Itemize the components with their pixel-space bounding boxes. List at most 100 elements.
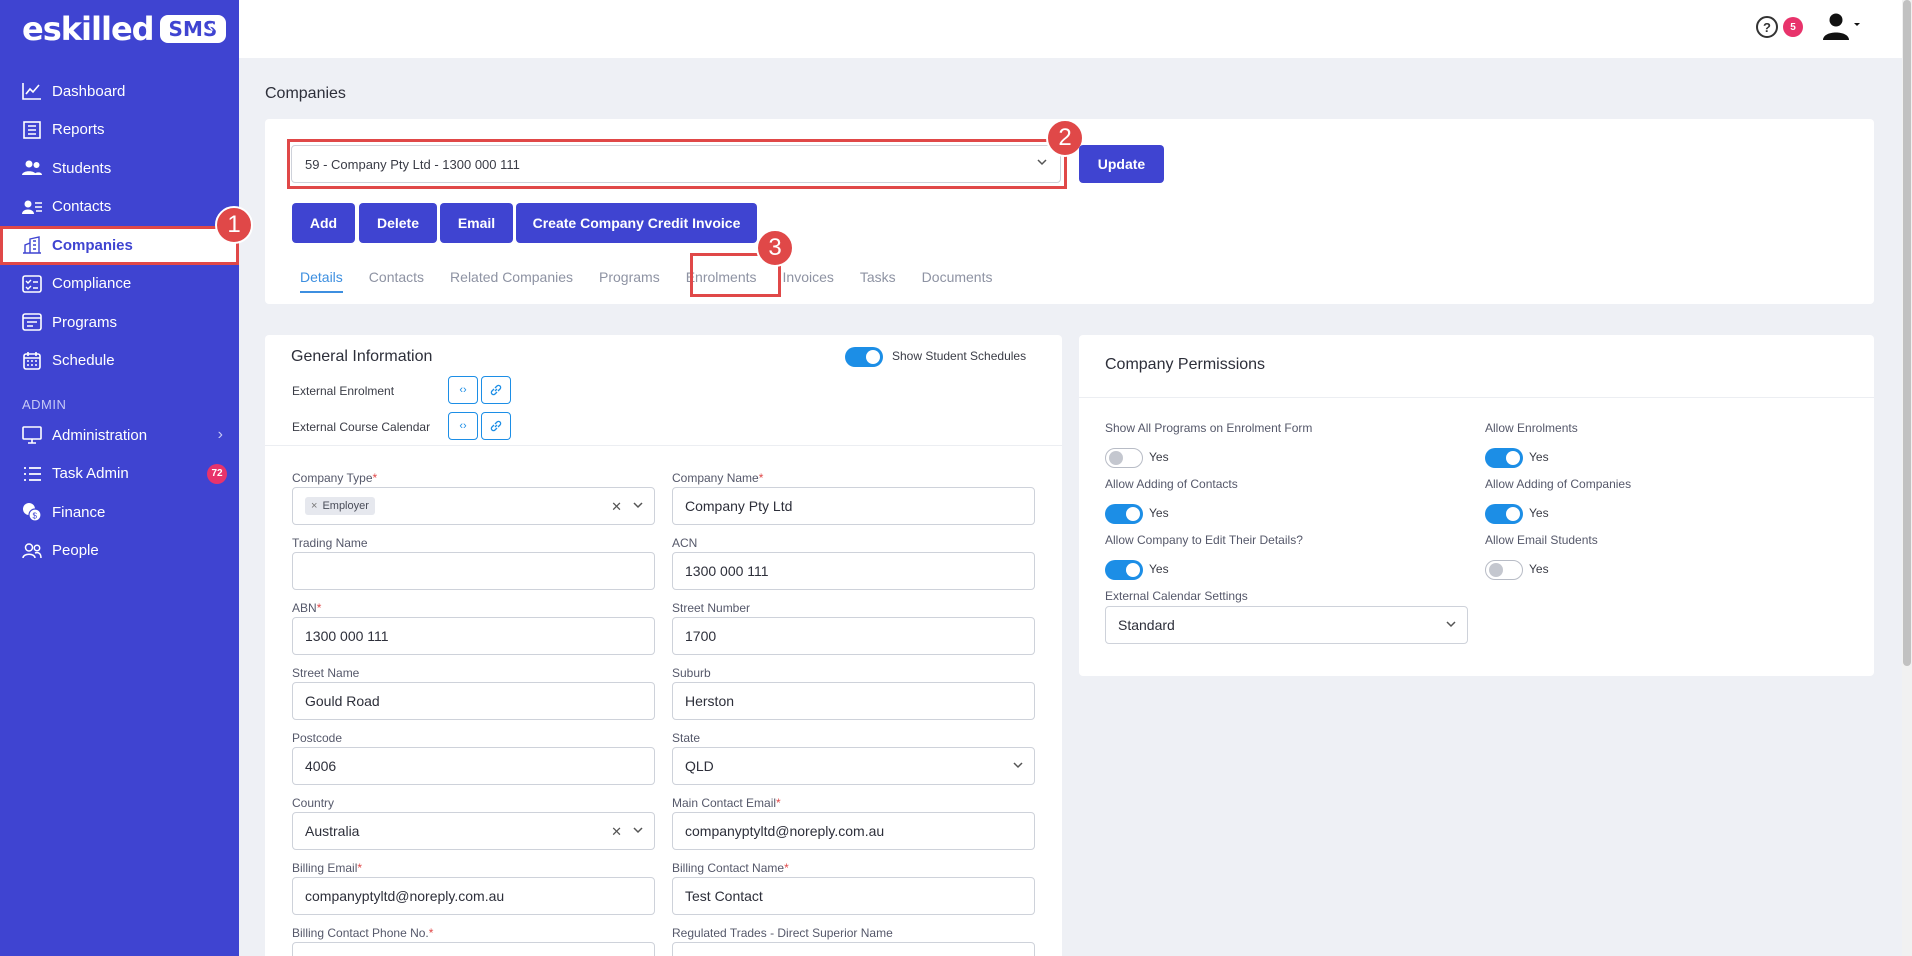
section-divider: [1079, 397, 1874, 398]
eskilled-logo[interactable]: eskilled SMS: [22, 10, 227, 48]
sidebar-item-label: Finance: [52, 503, 106, 521]
permission-label: Allow Enrolments: [1485, 421, 1578, 435]
country-select[interactable]: Australia ✕: [292, 812, 655, 850]
toggle-yes-label: Yes: [1529, 506, 1549, 520]
toggle-yes-label: Yes: [1149, 506, 1169, 520]
svg-text:$: $: [33, 512, 38, 521]
highlight-box-2: [287, 139, 1067, 189]
toggle-yes-label: Yes: [1529, 562, 1549, 576]
sidebar-item-schedule[interactable]: Schedule: [0, 342, 239, 381]
create-credit-invoice-button[interactable]: Create Company Credit Invoice: [516, 203, 757, 243]
show-all-programs-toggle[interactable]: [1105, 448, 1143, 468]
company-permissions-card: Company Permissions Show All Programs on…: [1079, 335, 1874, 676]
sidebar-item-dashboard[interactable]: Dashboard: [0, 72, 239, 111]
toggle-yes-label: Yes: [1149, 450, 1169, 464]
tab-documents[interactable]: Documents: [909, 259, 1006, 295]
embed-code-icon[interactable]: ‹›: [448, 376, 478, 404]
billing-email-input[interactable]: companyptyltd@noreply.com.au: [292, 877, 655, 915]
page-scrollbar[interactable]: [1902, 0, 1912, 956]
permission-label: Allow Adding of Companies: [1485, 477, 1632, 491]
allow-adding-contacts-toggle[interactable]: [1105, 504, 1143, 524]
state-select[interactable]: QLD: [672, 747, 1035, 785]
chevron-down-icon: [632, 499, 644, 515]
main-contact-email-input[interactable]: companyptyltd@noreply.com.au: [672, 812, 1035, 850]
step-marker-1: 1: [215, 206, 253, 244]
billing-phone-label: Billing Contact Phone No.*: [292, 926, 434, 940]
remove-tag-icon: ×: [311, 500, 318, 512]
postcode-input[interactable]: 4006: [292, 747, 655, 785]
allow-adding-companies-toggle[interactable]: [1485, 504, 1523, 524]
chart-line-icon: [21, 80, 43, 102]
street-name-input[interactable]: Gould Road: [292, 682, 655, 720]
sidebar-item-contacts[interactable]: Contacts: [0, 188, 239, 227]
list-icon: [21, 463, 43, 485]
add-button[interactable]: Add: [292, 203, 355, 243]
help-icon[interactable]: ?: [1756, 16, 1778, 38]
company-type-tag[interactable]: × Employer: [305, 497, 375, 515]
sidebar-item-label: Administration: [52, 426, 148, 444]
allow-edit-details-toggle[interactable]: [1105, 560, 1143, 580]
scrollbar-thumb[interactable]: [1903, 0, 1911, 666]
tab-tasks[interactable]: Tasks: [847, 259, 909, 295]
tab-programs[interactable]: Programs: [586, 259, 673, 295]
company-name-input[interactable]: Company Pty Ltd: [672, 487, 1035, 525]
sidebar-item-reports[interactable]: Reports: [0, 111, 239, 150]
allow-enrolments-toggle[interactable]: [1485, 448, 1523, 468]
sidebar-item-students[interactable]: Students: [0, 149, 239, 188]
sidebar-item-administration[interactable]: Administration ›: [0, 416, 239, 455]
people-outline-icon: [21, 540, 43, 562]
billing-phone-input[interactable]: [292, 942, 655, 956]
tab-contacts[interactable]: Contacts: [356, 259, 437, 295]
abn-input[interactable]: 1300 000 111: [292, 617, 655, 655]
billing-email-label: Billing Email*: [292, 861, 363, 875]
calendar-icon: [21, 350, 43, 372]
sidebar-item-task-admin[interactable]: Task Admin 72: [0, 455, 239, 494]
sidebar-item-finance[interactable]: $ Finance: [0, 493, 239, 532]
sidebar-item-label: Reports: [52, 121, 105, 139]
trading-name-input[interactable]: [292, 552, 655, 590]
permission-label: Allow Company to Edit Their Details?: [1105, 533, 1303, 547]
step-marker-3: 3: [756, 229, 794, 267]
building-icon: [21, 234, 43, 256]
billing-contact-name-input[interactable]: Test Contact: [672, 877, 1035, 915]
state-value: QLD: [685, 758, 714, 774]
collapse-sidebar-icon[interactable]: «: [208, 16, 218, 37]
acn-label: ACN: [672, 536, 698, 550]
sidebar-item-programs[interactable]: Programs: [0, 303, 239, 342]
state-label: State: [672, 731, 701, 745]
street-number-input[interactable]: 1700: [672, 617, 1035, 655]
sidebar-item-compliance[interactable]: Compliance: [0, 265, 239, 304]
tab-details[interactable]: Details: [287, 259, 356, 295]
company-type-select[interactable]: × Employer ✕: [292, 487, 655, 525]
external-calendar-settings-select[interactable]: Standard: [1105, 606, 1468, 644]
suburb-input[interactable]: Herston: [672, 682, 1035, 720]
sidebar-item-people[interactable]: People: [0, 532, 239, 571]
link-icon[interactable]: [481, 412, 511, 440]
regulated-trades-input[interactable]: [672, 942, 1035, 956]
company-selector-card: 59 - Company Pty Ltd - 1300 000 111 2 Up…: [265, 119, 1874, 304]
chevron-down-icon: [632, 824, 644, 840]
link-icon[interactable]: [481, 376, 511, 404]
contact-card-icon: [21, 196, 43, 218]
sidebar-item-companies[interactable]: Companies: [0, 226, 239, 265]
chevron-down-icon: [1445, 618, 1457, 630]
update-button[interactable]: Update: [1079, 145, 1164, 183]
sidebar-section-admin: ADMIN: [22, 397, 67, 412]
permission-label: Allow Email Students: [1485, 533, 1598, 547]
user-menu-icon[interactable]: [1822, 12, 1862, 45]
acn-input[interactable]: 1300 000 111: [672, 552, 1035, 590]
embed-code-icon[interactable]: ‹›: [448, 412, 478, 440]
permission-label: Allow Adding of Contacts: [1105, 477, 1238, 491]
select-controls: ✕: [611, 499, 644, 515]
sidebar-item-label: Task Admin: [52, 465, 129, 483]
show-student-schedules-label: Show Student Schedules: [892, 349, 1027, 363]
toggle-yes-label: Yes: [1529, 450, 1549, 464]
email-button[interactable]: Email: [440, 203, 513, 243]
calendar-setting-value: Standard: [1118, 617, 1175, 633]
notification-badge[interactable]: 5: [1783, 17, 1803, 37]
delete-button[interactable]: Delete: [359, 203, 437, 243]
allow-email-students-toggle[interactable]: [1485, 560, 1523, 580]
show-student-schedules-toggle[interactable]: [845, 347, 883, 367]
tab-related-companies[interactable]: Related Companies: [437, 259, 586, 295]
external-calendar-settings-label: External Calendar Settings: [1105, 589, 1248, 603]
